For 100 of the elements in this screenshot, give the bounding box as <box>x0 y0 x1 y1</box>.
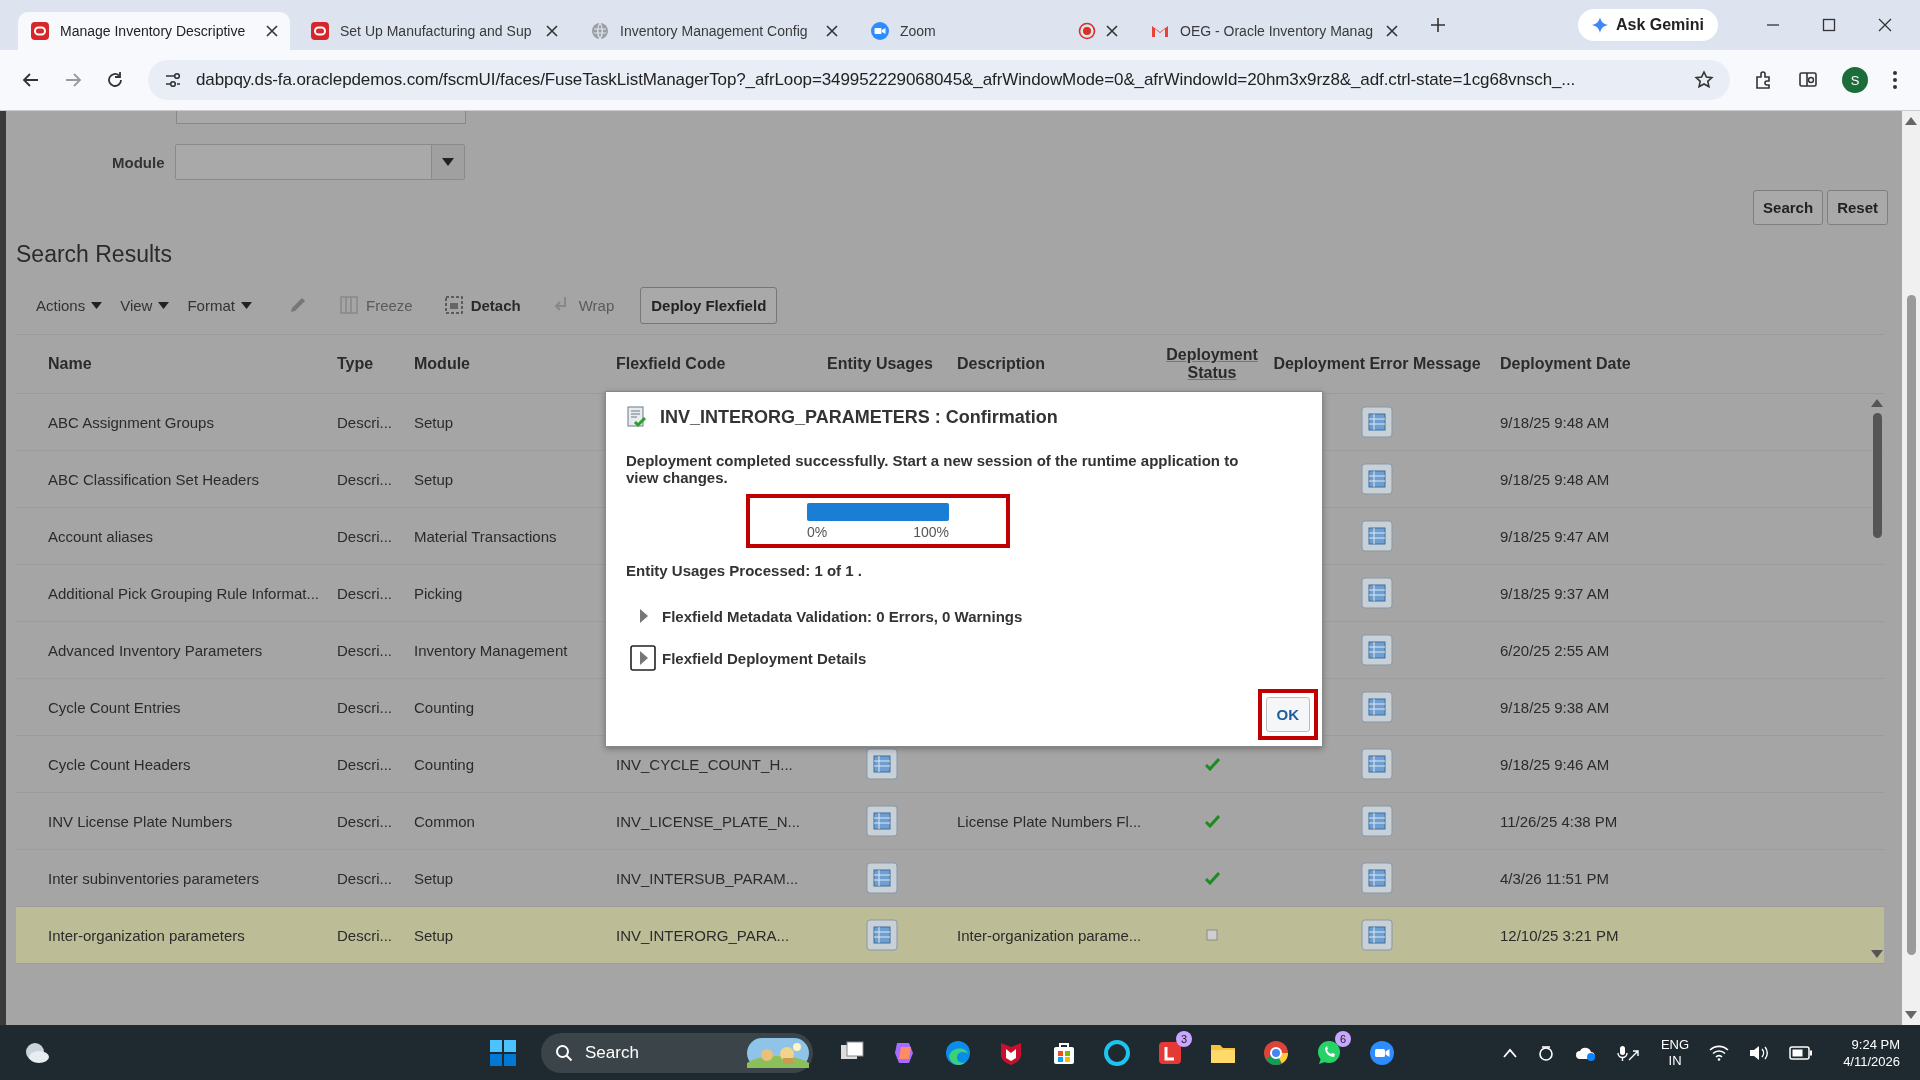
table-cell: Setup <box>414 869 454 887</box>
table-cell: INV_INTERSUB_PARAM... <box>616 869 799 887</box>
browser-tab[interactable]: Set Up Manufacturing and Sup <box>298 12 570 50</box>
section-title: Search Results <box>16 241 173 268</box>
table-cell: Setup <box>414 470 454 488</box>
ask-gemini-button[interactable]: Ask Gemini <box>1577 9 1718 41</box>
close-icon[interactable] <box>826 25 838 37</box>
text-field[interactable] <box>176 111 466 124</box>
close-icon[interactable] <box>1386 25 1398 37</box>
sparkle-icon <box>1591 17 1608 33</box>
table-cell: Setup <box>414 926 454 944</box>
table-cell: Descri... <box>337 470 392 488</box>
chrome-icon[interactable] <box>1262 1038 1290 1067</box>
profile-avatar[interactable]: S <box>1842 67 1868 93</box>
document-check-icon <box>626 406 648 428</box>
close-icon[interactable] <box>266 25 278 37</box>
weather-icon[interactable] <box>24 1040 50 1065</box>
microphone-icon[interactable] <box>1616 1043 1641 1062</box>
progress-label: 0% <box>807 523 828 540</box>
close-icon[interactable] <box>1878 18 1892 32</box>
scrollbar-thumb[interactable] <box>1906 295 1916 955</box>
address-field[interactable]: dabpqy.ds-fa.oraclepdemos.com/fscmUI/faces/FuseTaskListManagerTop?_afrLoop=349952229068045&_afrWindowMode=0&_afrWindowId=20hm3x9rz8&_adf.ctrl-state=1cg68vnsch_... <box>148 60 1730 100</box>
table-cell: INV_LICENSE_PLATE_N... <box>616 812 800 830</box>
clock[interactable]: 9:24 PM 4/11/2026 <box>1843 1035 1900 1070</box>
ok-button[interactable]: OK <box>1265 697 1310 732</box>
scroll-up-icon[interactable] <box>1871 399 1883 407</box>
close-icon[interactable] <box>546 25 558 37</box>
menu-icon[interactable] <box>1892 70 1898 90</box>
table-cell: Descri... <box>337 926 392 944</box>
edge-browser-icon[interactable] <box>944 1038 972 1067</box>
notification-badge: 6 <box>1335 1030 1351 1047</box>
scrollbar-thumb[interactable] <box>1872 413 1882 538</box>
table-cell: INV_CYCLE_COUNT_H... <box>616 755 793 773</box>
table-cell: Descri... <box>337 413 392 431</box>
column-header[interactable]: Deployment Error Message <box>1264 355 1490 373</box>
column-header[interactable]: Entity Usages <box>817 355 947 373</box>
column-header[interactable]: Deployment Status <box>1160 346 1264 382</box>
table-cell: INV_INTERORG_PARA... <box>616 926 790 944</box>
column-header[interactable]: Flexfield Code <box>606 355 817 373</box>
close-icon[interactable] <box>1106 25 1118 37</box>
table-cell: Counting <box>414 698 475 716</box>
reload-icon[interactable] <box>106 71 124 89</box>
toolbar-button[interactable]: Detach <box>444 296 521 314</box>
windows-logo-icon[interactable] <box>490 1039 516 1066</box>
dropdown-arrow-icon <box>240 301 252 309</box>
table-cell: Picking <box>414 584 463 602</box>
table-cell: 9/18/25 9:48 AM <box>1500 413 1610 431</box>
speaker-icon[interactable] <box>1749 1044 1770 1061</box>
table-cell: Setup <box>414 413 454 431</box>
table-cell: Descri... <box>337 527 392 545</box>
taskbar-search-field[interactable]: Search <box>541 1032 813 1073</box>
table-cell: 12/10/25 3:21 PM <box>1500 926 1619 944</box>
table-cell: Inter-organization parame... <box>957 926 1142 944</box>
browser-tab[interactable]: Manage Inventory Descriptive <box>18 12 290 50</box>
language-indicator[interactable]: ENG IN <box>1660 1036 1690 1069</box>
table-cell: ABC Assignment Groups <box>48 413 214 431</box>
column-header[interactable]: Module <box>404 355 606 373</box>
form-button[interactable]: Search <box>1753 190 1824 225</box>
deploy-button[interactable]: Deploy Flexfield <box>640 286 778 324</box>
oracle-icon <box>310 21 330 41</box>
table-cell: 4/3/26 11:51 PM <box>1500 869 1609 887</box>
browser-tab[interactable]: OEG - Oracle Inventory Manag <box>1138 12 1410 50</box>
scroll-down-icon[interactable] <box>1871 950 1883 958</box>
column-header[interactable]: Type <box>327 355 404 373</box>
table-cell: 9/18/25 9:46 AM <box>1500 755 1610 773</box>
new-tab-icon[interactable] <box>1430 17 1446 33</box>
ring-icon[interactable] <box>1536 1043 1555 1062</box>
ring-icon[interactable] <box>1103 1038 1131 1067</box>
forward-icon[interactable] <box>64 71 82 89</box>
column-header[interactable]: Name <box>38 355 327 373</box>
site-settings-icon[interactable] <box>164 71 182 89</box>
scroll-up-icon[interactable] <box>1905 117 1917 125</box>
browser-tab[interactable]: Inventory Management Config <box>578 12 850 50</box>
chevron-up-icon[interactable] <box>1502 1047 1517 1058</box>
wifi-icon[interactable] <box>1709 1044 1730 1061</box>
battery-icon[interactable] <box>1789 1045 1814 1060</box>
bookmark-star-icon[interactable] <box>1694 70 1714 90</box>
disclosure-label[interactable]: Flexfield Metadata Validation: 0 Errors, 0 Warnings <box>662 607 1023 625</box>
search-panel-icon[interactable] <box>1798 70 1818 90</box>
scroll-down-icon[interactable] <box>1905 1011 1917 1019</box>
table-cell: INV License Plate Numbers <box>48 812 233 830</box>
field-label: Module <box>112 153 165 171</box>
disclosure-label[interactable]: Flexfield Deployment Details <box>662 649 867 667</box>
column-header[interactable]: Deployment Date <box>1490 355 1854 373</box>
menu-button[interactable]: Actions <box>36 296 103 314</box>
video-camera-icon <box>870 21 890 41</box>
form-button[interactable]: Reset <box>1827 190 1888 225</box>
maximize-icon[interactable] <box>1822 18 1836 32</box>
search-icon <box>555 1043 573 1062</box>
column-header[interactable]: Description <box>947 355 1160 373</box>
table-cell: Account aliases <box>48 527 154 545</box>
video-camera-icon[interactable] <box>1368 1038 1396 1067</box>
table-cell: Descri... <box>337 869 392 887</box>
table-cell: Descri... <box>337 812 392 830</box>
menu-button[interactable]: View <box>120 296 170 314</box>
browser-tab[interactable]: Zoom <box>858 12 1130 50</box>
menu-button[interactable]: Format <box>187 296 252 314</box>
table-cell: Cycle Count Entries <box>48 698 181 716</box>
back-icon[interactable] <box>22 71 40 89</box>
table-row[interactable]: Inter-organization parameters Descri... Setup INV_INTERORG_PARA... Inter-organization parame... 12/10/25 3:21 PM <box>16 907 1884 964</box>
